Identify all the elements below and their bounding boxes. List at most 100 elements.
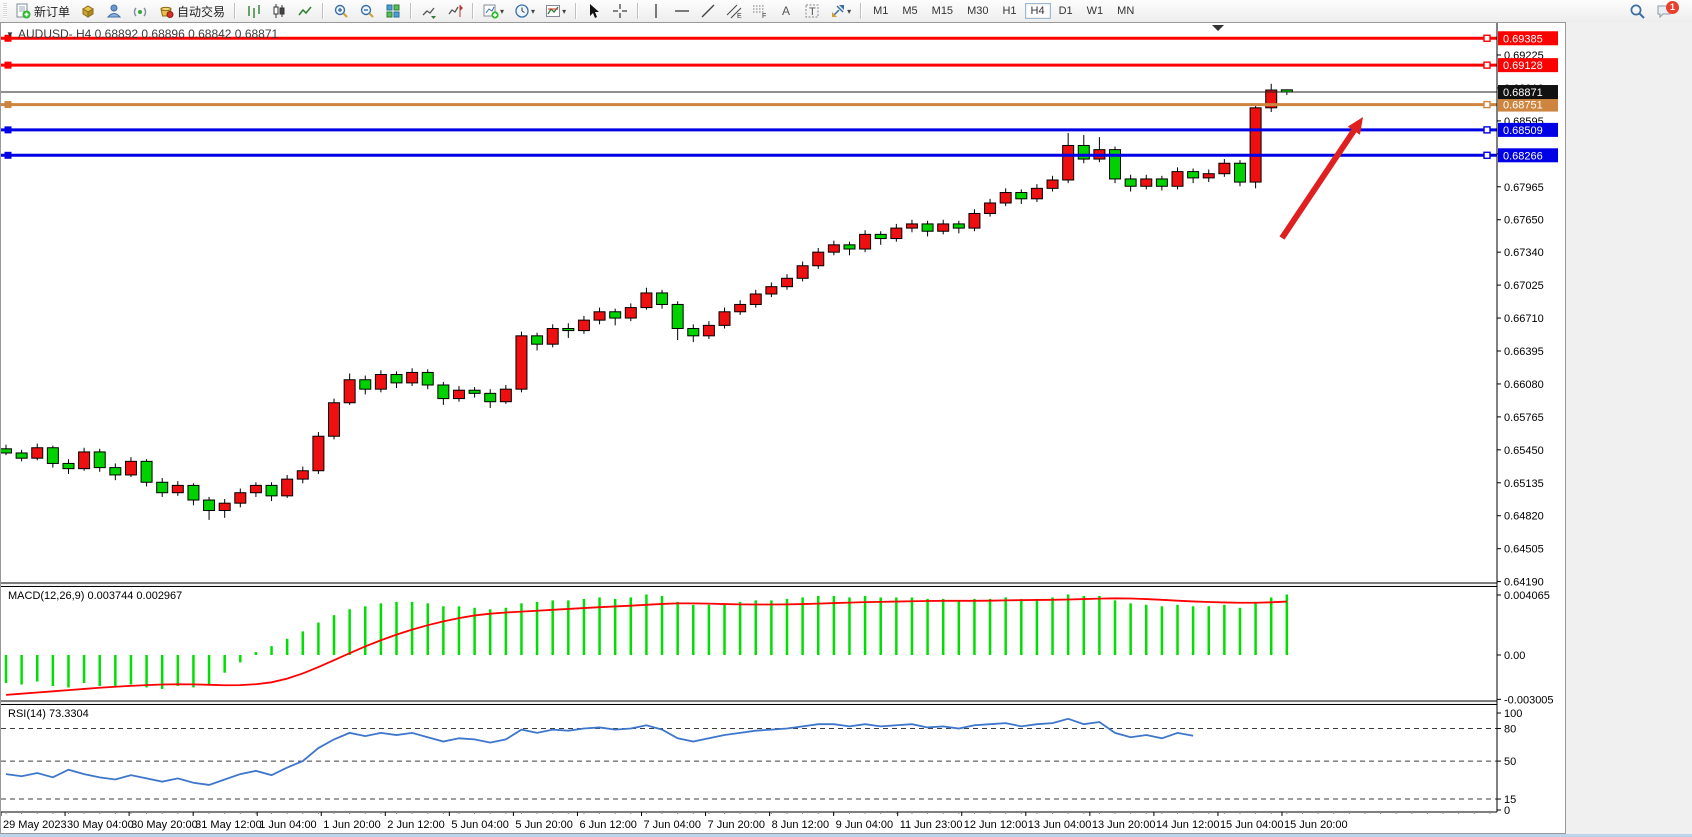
toolbar-grip[interactable] (3, 3, 7, 19)
price-tick-label: 0.66080 (1504, 379, 1544, 391)
tf-h4-button[interactable]: H4 (1025, 3, 1051, 19)
chart-shift-icon (447, 3, 463, 19)
price-badge: 0.68509 (1503, 125, 1543, 137)
separator (575, 3, 577, 19)
channel-tool-button[interactable]: E (722, 0, 746, 22)
signals-button[interactable] (128, 0, 152, 22)
chart-shift-button[interactable] (443, 0, 467, 22)
time-tick-label: 29 May 2023 (3, 819, 67, 831)
ohlc-bars-icon (245, 3, 261, 19)
tf-d1-button[interactable]: D1 (1053, 3, 1079, 19)
label-tool-button[interactable]: T (800, 0, 824, 22)
profiles-button[interactable] (102, 0, 126, 22)
price-tick-label: 0.64190 (1504, 577, 1544, 589)
macd-axis-label: 0.004065 (1504, 590, 1550, 602)
trendline-tool-button[interactable] (696, 0, 720, 22)
tf-w1-button[interactable]: W1 (1081, 3, 1110, 19)
time-tick-label: 11 Jun 23:00 (900, 819, 963, 831)
svg-text:E: E (737, 13, 742, 19)
price-tick-label: 0.67340 (1504, 247, 1544, 259)
tf-m30-button[interactable]: M30 (961, 3, 994, 19)
auto-scroll-icon (421, 3, 437, 19)
crosshair-icon (612, 3, 628, 19)
tf-m15-button[interactable]: M15 (926, 3, 959, 19)
time-tick-label: 7 Jun 20:00 (708, 819, 766, 831)
separator (472, 3, 474, 19)
template-icon (545, 3, 561, 19)
svg-text:A: A (782, 4, 790, 18)
zoom-in-icon (333, 3, 349, 19)
text-icon: A (778, 3, 794, 19)
rsi-axis-label: 80 (1504, 724, 1516, 736)
tf-mn-button[interactable]: MN (1111, 3, 1140, 19)
time-tick-label: 15 Jun 20:00 (1284, 819, 1348, 831)
symbol-dropdown-icon[interactable]: ▼ (6, 30, 14, 39)
workspace-background (1566, 22, 1692, 837)
price-badge: 0.68266 (1503, 150, 1543, 162)
price-tick-label: 0.65135 (1504, 478, 1544, 490)
time-tick-label: 30 May 20:00 (131, 819, 198, 831)
time-tick-label: 30 May 04:00 (67, 819, 134, 831)
text-label-icon: T (804, 3, 820, 19)
autotrading-icon (158, 3, 174, 19)
tile-windows-button[interactable] (381, 0, 405, 22)
trendline-icon (700, 3, 716, 19)
price-tick-label: 0.64505 (1504, 544, 1544, 556)
new-order-button[interactable]: 新订单 (11, 0, 74, 22)
time-tick-label: 7 Jun 04:00 (644, 819, 702, 831)
tf-h1-button[interactable]: H1 (996, 3, 1022, 19)
zoom-out-button[interactable] (355, 0, 379, 22)
text-tool-button[interactable]: A (774, 0, 798, 22)
time-tick-label: 9 Jun 04:00 (836, 819, 894, 831)
tf-m1-button[interactable]: M1 (867, 3, 894, 19)
time-tick-label: 6 Jun 12:00 (579, 819, 637, 831)
candlestick-style-button[interactable] (267, 0, 291, 22)
time-tick-label: 1 Jun 20:00 (323, 819, 381, 831)
arrows-tool-button[interactable]: ▾ (826, 0, 855, 22)
time-tick-label: 12 Jun 12:00 (964, 819, 1028, 831)
indicators-icon (483, 3, 499, 19)
line-chart-style-button[interactable] (293, 0, 317, 22)
zoom-in-button[interactable] (329, 0, 353, 22)
svg-text:T: T (809, 6, 816, 18)
time-tick-label: 13 Jun 20:00 (1092, 819, 1156, 831)
macd-axis-label: 0.00 (1504, 650, 1525, 662)
chart-window[interactable]: ▼ AUDUSD-,H4 0.68892 0.68896 0.68842 0.68… (0, 22, 1566, 834)
horizontal-line-tool-button[interactable] (670, 0, 694, 22)
tf-m5-button[interactable]: M5 (896, 3, 923, 19)
autotrading-button[interactable]: 自动交易 (154, 0, 229, 22)
main-toolbar: 新订单 自动交易 (0, 0, 1692, 23)
search-button[interactable] (1625, 0, 1650, 22)
separator (322, 3, 324, 19)
price-tick-label: 0.67965 (1504, 182, 1544, 194)
templates-button[interactable]: ▾ (541, 0, 570, 22)
chevron-down-icon: ▾ (531, 7, 535, 16)
new-order-label: 新订单 (34, 3, 70, 20)
time-tick-label: 15 Jun 04:00 (1220, 819, 1284, 831)
bar-chart-style-button[interactable] (241, 0, 265, 22)
clock-icon (514, 3, 530, 19)
price-axis[interactable]: 0.692250.689100.685950.682800.679650.676… (1497, 23, 1565, 833)
periods-button[interactable]: ▾ (510, 0, 539, 22)
profile-icon (106, 3, 122, 19)
auto-scroll-button[interactable] (417, 0, 441, 22)
cursor-tool-button[interactable] (582, 0, 606, 22)
vertical-line-tool-button[interactable] (644, 0, 668, 22)
chart-title: AUDUSD-,H4 0.68892 0.68896 0.68842 0.688… (18, 27, 279, 41)
notifications-button[interactable]: 1 (1652, 0, 1683, 22)
market-watch-button[interactable] (76, 0, 100, 22)
fibonacci-tool-button[interactable]: F (748, 0, 772, 22)
separator (410, 3, 412, 19)
price-tick-label: 0.67650 (1504, 215, 1544, 227)
indicators-button[interactable]: ▾ (479, 0, 508, 22)
time-tick-label: 14 Jun 12:00 (1156, 819, 1220, 831)
time-tick-label: 1 Jun 04:00 (259, 819, 317, 831)
time-tick-label: 5 Jun 20:00 (515, 819, 573, 831)
price-tick-label: 0.65765 (1504, 412, 1544, 424)
time-tick-label: 8 Jun 12:00 (772, 819, 830, 831)
separator (234, 3, 236, 19)
chart-canvas[interactable]: ▼ AUDUSD-,H4 0.68892 0.68896 0.68842 0.68… (1, 23, 1565, 833)
crosshair-tool-button[interactable] (608, 0, 632, 22)
time-tick-label: 5 Jun 04:00 (451, 819, 509, 831)
price-tick-label: 0.64820 (1504, 511, 1544, 523)
